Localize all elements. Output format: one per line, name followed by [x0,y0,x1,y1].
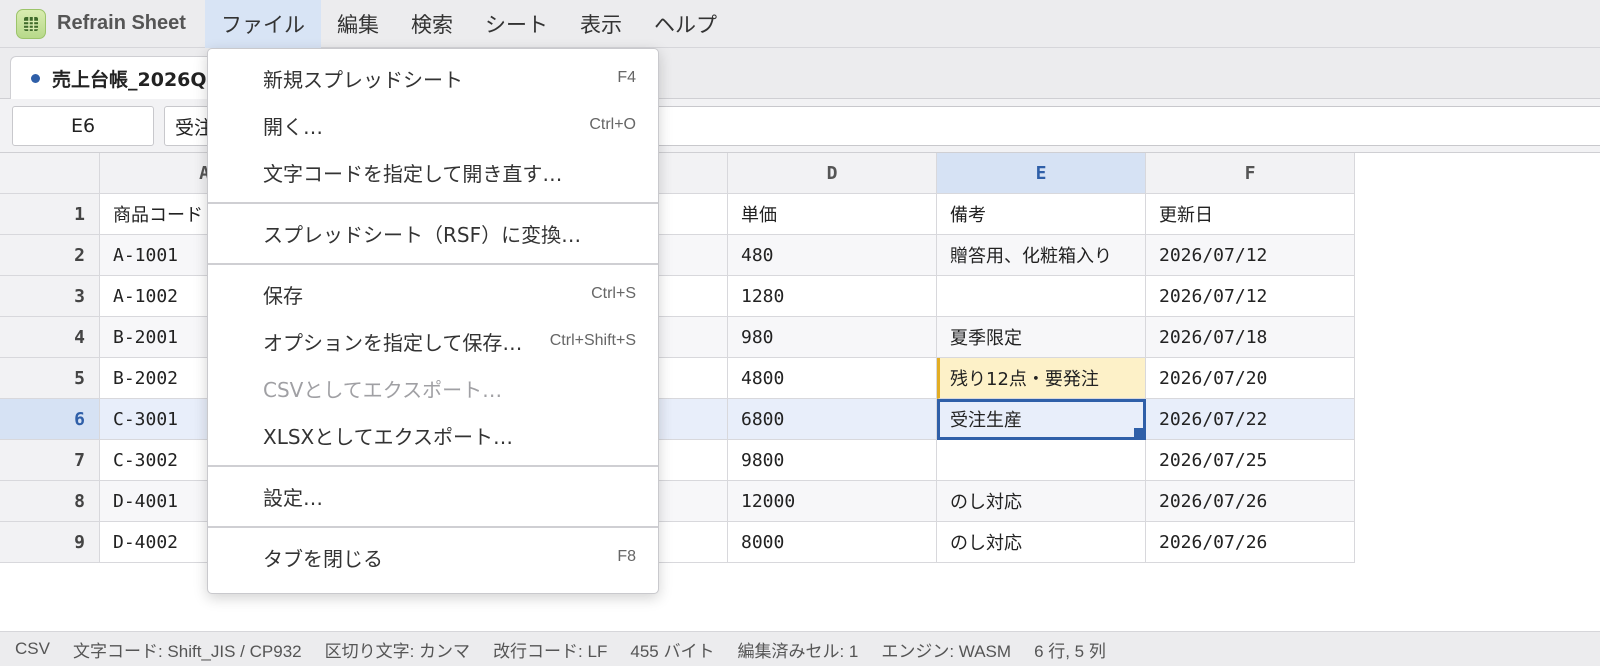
menu-item-close-tab[interactable]: タブを閉じる F8 [208,534,658,580]
app-title: Refrain Sheet [57,12,186,34]
menu-item-label: 文字コードを指定して開き直す… [263,161,563,186]
menu-item-label: タブを閉じる [263,546,383,571]
cell-e6[interactable]: 受注生産 [937,399,1146,440]
cell-f8[interactable]: 2026/07/26 [1146,481,1355,522]
cell-e7[interactable] [937,440,1146,481]
column-header-f[interactable]: F [1146,153,1355,194]
cell-f4[interactable]: 2026/07/18 [1146,317,1355,358]
menu-item-save[interactable]: 保存 Ctrl+S [208,271,658,317]
select-all-corner[interactable] [0,153,100,194]
cell-d1[interactable]: 単価 [728,194,937,235]
status-edited-cells: 編集済みセル: 1 [737,641,859,661]
status-file-size: 455 バイト [630,641,715,661]
cell-e9[interactable]: のし対応 [937,522,1146,563]
cell-d9[interactable]: 8000 [728,522,937,563]
cell-d4[interactable]: 980 [728,317,937,358]
menu-item-label: 設定… [263,485,323,510]
cell-d8[interactable]: 12000 [728,481,937,522]
menu-item-export-csv: CSVとしてエクスポート… [208,365,658,411]
menu-view[interactable]: 表示 [564,0,638,48]
cell-e5[interactable]: 残り12点・要発注 [937,358,1146,399]
status-bar: CSV 文字コード: Shift_JIS / CP932 区切り文字: カンマ 改行コ… [0,631,1600,666]
cell-f6[interactable]: 2026/07/22 [1146,399,1355,440]
row-header[interactable]: 7 [0,440,100,481]
menu-item-shortcut: Ctrl+Shift+S [549,332,636,349]
column-header-e[interactable]: E [937,153,1146,194]
status-encoding: 文字コード: Shift_JIS / CP932 [72,641,302,661]
cell-e8[interactable]: のし対応 [937,481,1146,522]
menu-item-label: スプレッドシート（RSF）に変換… [263,222,582,247]
menu-help[interactable]: ヘルプ [638,0,733,48]
row-header[interactable]: 4 [0,317,100,358]
menu-item-label: XLSXとしてエクスポート… [263,424,514,449]
cell-f5[interactable]: 2026/07/20 [1146,358,1355,399]
menu-separator [208,465,658,467]
cell-f3[interactable]: 2026/07/12 [1146,276,1355,317]
menu-bar: Refrain Sheet ファイル 編集 検索 シート 表示 ヘルプ [0,0,1600,48]
menu-item-shortcut: F8 [617,548,636,565]
row-header[interactable]: 6 [0,399,100,440]
menu-separator [208,263,658,265]
status-line-ending: 改行コード: LF [493,641,608,661]
spreadsheet-icon [16,9,46,39]
status-file-format: CSV [15,639,50,658]
menu-separator [208,526,658,528]
menu-sheet[interactable]: シート [469,0,564,48]
menu-item-convert-to-rsf[interactable]: スプレッドシート（RSF）に変換… [208,210,658,256]
row-header[interactable]: 2 [0,235,100,276]
row-header[interactable]: 5 [0,358,100,399]
cell-d7[interactable]: 9800 [728,440,937,481]
row-header[interactable]: 1 [0,194,100,235]
menu-item-label: オプションを指定して保存… [263,330,523,355]
cell-f1[interactable]: 更新日 [1146,194,1355,235]
cell-d2[interactable]: 480 [728,235,937,276]
row-header[interactable]: 9 [0,522,100,563]
menu-edit[interactable]: 編集 [321,0,395,48]
cell-e2[interactable]: 贈答用、化粧箱入り [937,235,1146,276]
menu-item-label: CSVとしてエクスポート… [263,377,503,402]
cell-d5[interactable]: 4800 [728,358,937,399]
cell-e4[interactable]: 夏季限定 [937,317,1146,358]
modified-dot-icon [31,73,40,83]
cell-reference-box[interactable]: E6 [12,106,154,146]
status-delimiter: 区切り文字: カンマ [324,641,471,661]
cell-e1[interactable]: 備考 [937,194,1146,235]
cell-d6[interactable]: 6800 [728,399,937,440]
cell-f9[interactable]: 2026/07/26 [1146,522,1355,563]
menu-separator [208,202,658,204]
menu-item-shortcut: F4 [617,69,636,86]
cell-f2[interactable]: 2026/07/12 [1146,235,1355,276]
menu-item-shortcut: Ctrl+O [589,116,636,133]
menu-search[interactable]: 検索 [395,0,469,48]
row-header[interactable]: 3 [0,276,100,317]
menu-item-save-with-options[interactable]: オプションを指定して保存… Ctrl+Shift+S [208,318,658,364]
menu-item-reopen-with-encoding[interactable]: 文字コードを指定して開き直す… [208,149,658,195]
menu-item-label: 保存 [263,283,303,308]
menu-file[interactable]: ファイル [205,0,321,48]
cell-d3[interactable]: 1280 [728,276,937,317]
status-engine: エンジン: WASM [881,641,1012,661]
menu-item-label: 開く… [263,114,323,139]
menu-item-settings[interactable]: 設定… [208,473,658,519]
file-menu-dropdown: 新規スプレッドシート F4 開く… Ctrl+O 文字コードを指定して開き直す… スプレッ… [207,48,659,594]
column-header-d[interactable]: D [728,153,937,194]
fill-handle[interactable] [1134,428,1143,437]
status-dimensions: 6 行, 5 列 [1034,641,1106,661]
cell-f7[interactable]: 2026/07/25 [1146,440,1355,481]
menu-item-open[interactable]: 開く… Ctrl+O [208,102,658,148]
menu-item-shortcut: Ctrl+S [591,285,636,302]
cell-e3[interactable] [937,276,1146,317]
menu-item-export-xlsx[interactable]: XLSXとしてエクスポート… [208,412,658,458]
row-header[interactable]: 8 [0,481,100,522]
menu-item-new-spreadsheet[interactable]: 新規スプレッドシート F4 [208,55,658,101]
menu-item-label: 新規スプレッドシート [263,67,463,92]
